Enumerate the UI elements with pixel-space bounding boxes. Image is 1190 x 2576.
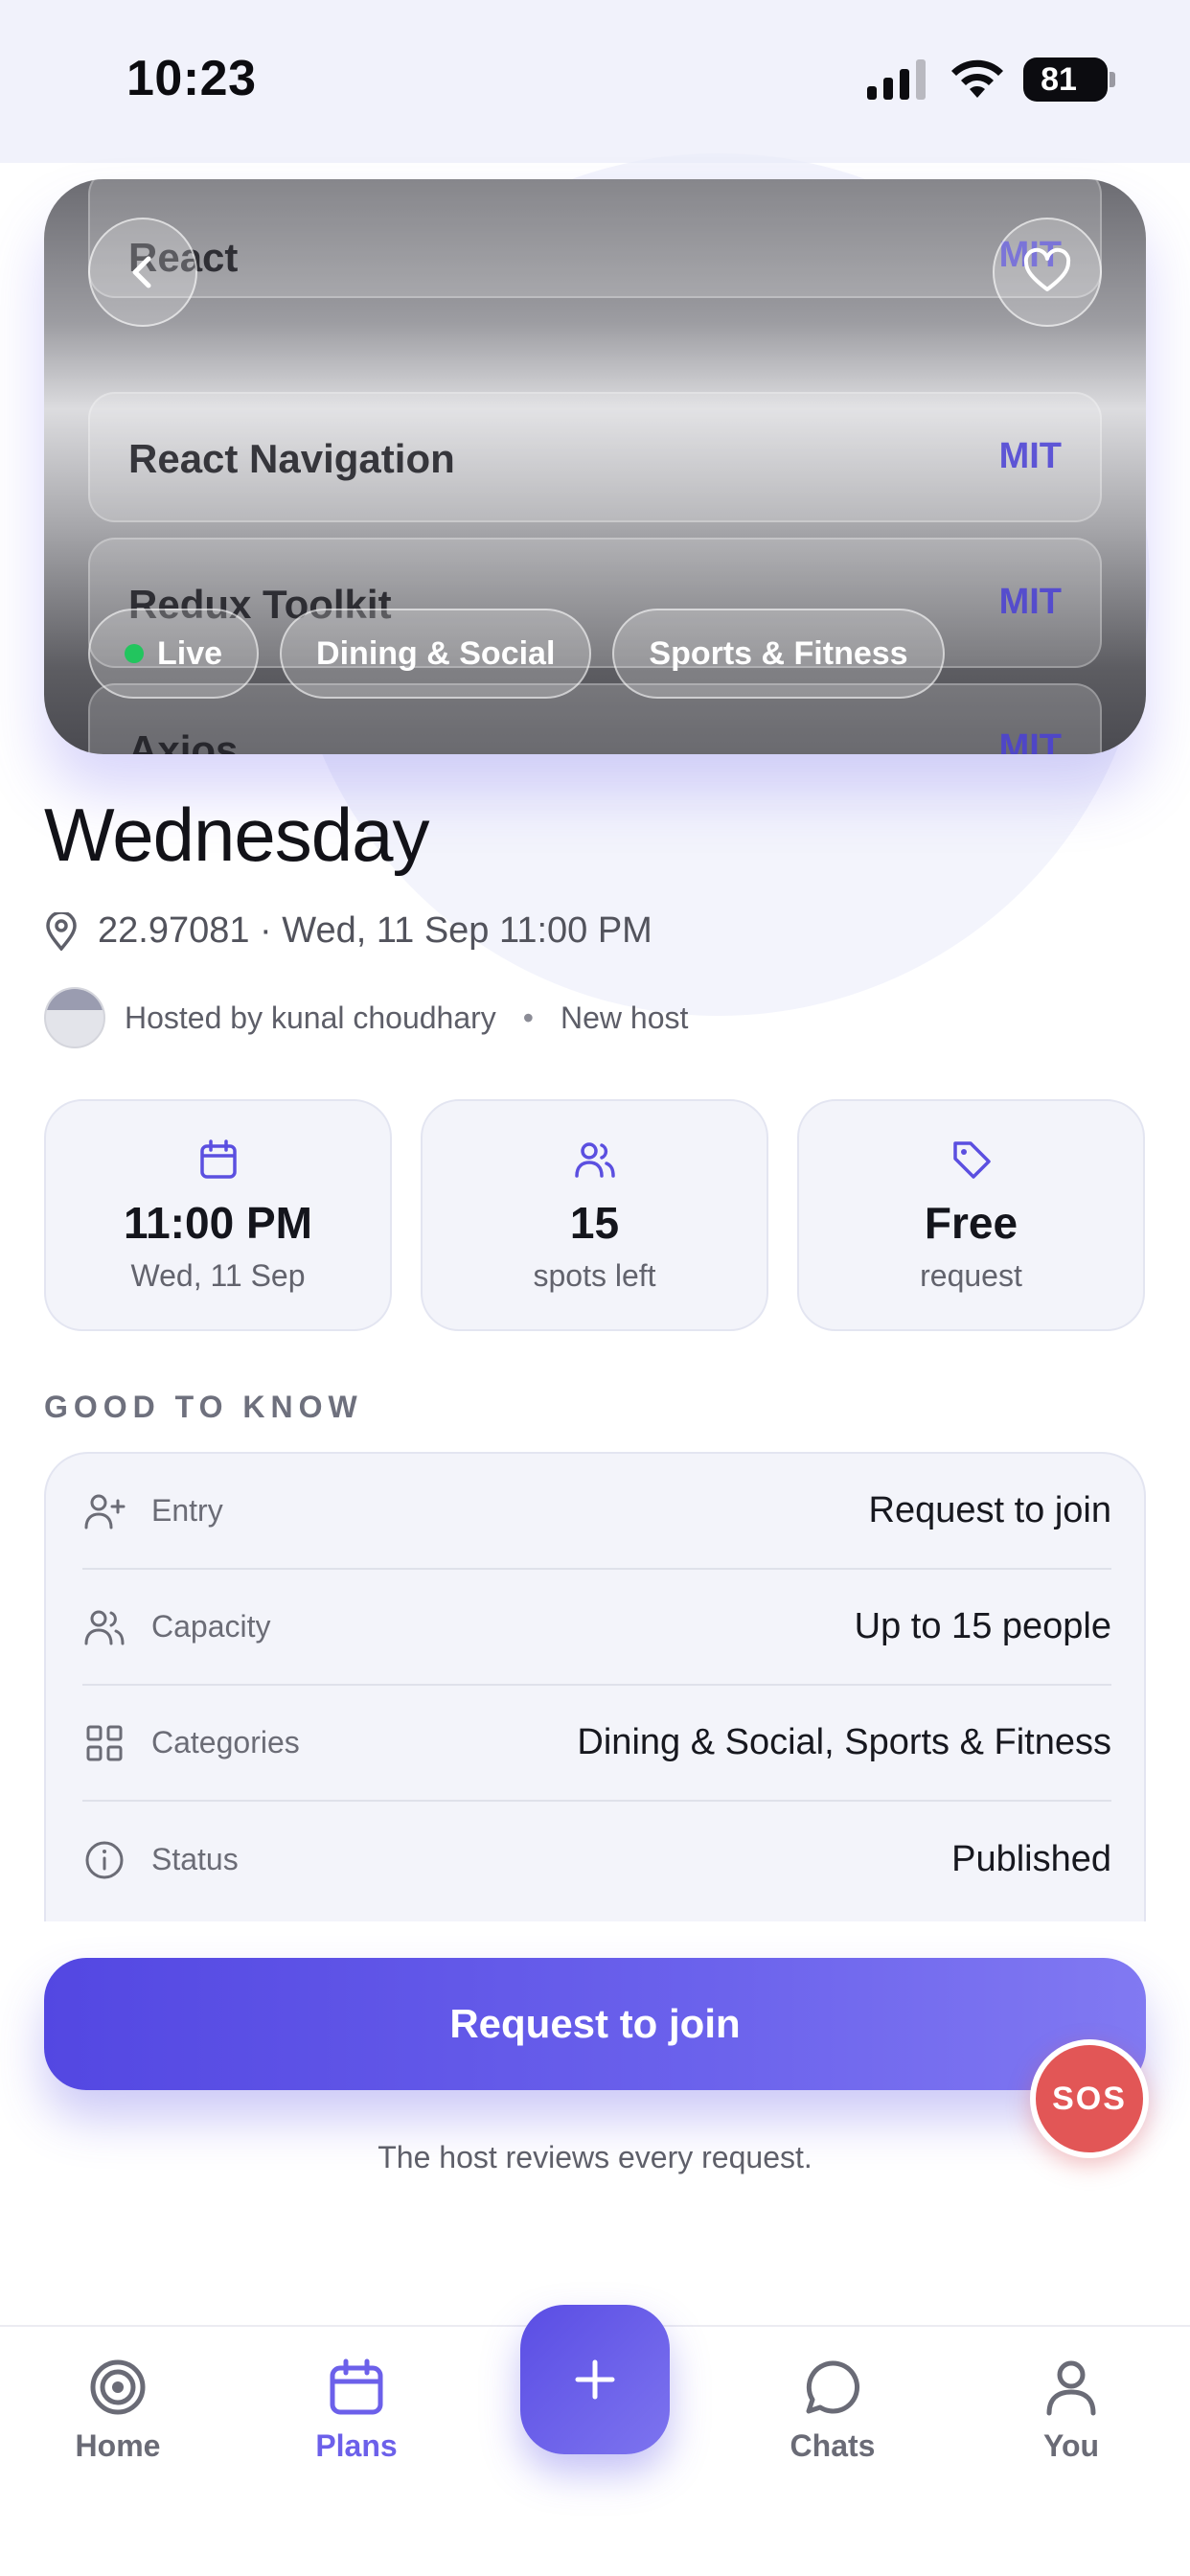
host-badge: New host [561, 1000, 689, 1035]
tab-label: You [1042, 2428, 1100, 2463]
stat-price: Free request [797, 1099, 1145, 1331]
stat-label: Wed, 11 Sep [130, 1258, 306, 1293]
info-label: Capacity [151, 1609, 271, 1644]
chat-icon [806, 2360, 860, 2414]
separator-dot: • [522, 1000, 534, 1035]
avatar[interactable] [44, 987, 105, 1048]
package-license: MIT [998, 436, 1062, 476]
stat-spots: 15 spots left [421, 1099, 768, 1331]
tab-label: Plans [315, 2428, 398, 2463]
category-chips: Live Dining & Social Sports & Fitness [88, 609, 945, 699]
favorite-button[interactable] [993, 218, 1102, 327]
stat-time: 11:00 PM Wed, 11 Sep [44, 1099, 392, 1331]
calendar-icon [330, 2358, 383, 2415]
tab-plans[interactable]: Plans [261, 2356, 452, 2464]
stat-value: Free [924, 1198, 1018, 1248]
tab-you[interactable]: You [975, 2356, 1167, 2464]
back-button[interactable] [88, 218, 197, 327]
chip-sports-fitness[interactable]: Sports & Fitness [612, 609, 945, 699]
info-icon [85, 1841, 124, 1878]
request-to-join-button[interactable]: Request to join [44, 1958, 1146, 2090]
tag-icon [952, 1141, 991, 1179]
wifi-icon [951, 59, 1003, 98]
status-time: 10:23 [126, 51, 257, 106]
chevron-left-icon [132, 256, 151, 288]
chip-dining-social[interactable]: Dining & Social [280, 609, 592, 699]
info-value: Request to join [868, 1490, 1112, 1530]
person-icon [1046, 2360, 1096, 2416]
calendar-icon [199, 1139, 237, 1179]
live-dot-icon [125, 644, 144, 663]
chip-label: Live [157, 634, 223, 672]
battery-indicator: 81 [1023, 58, 1108, 102]
event-meta-text: 22.97081 · Wed, 11 Sep 11:00 PM [98, 910, 652, 951]
tab-home[interactable]: Home [22, 2356, 214, 2464]
info-value: Up to 15 people [854, 1606, 1111, 1646]
tab-label: Chats [790, 2428, 876, 2463]
heart-icon [1023, 247, 1071, 291]
event-title: Wednesday [44, 793, 429, 877]
tab-label: Home [75, 2428, 161, 2463]
user-plus-icon [84, 1494, 126, 1529]
target-icon [90, 2359, 146, 2415]
info-value: Published [951, 1839, 1111, 1879]
host-row[interactable]: Hosted by kunal choudhary • New host [44, 987, 688, 1048]
stat-value: 15 [569, 1198, 620, 1248]
grid-icon [86, 1725, 123, 1760]
stat-label: request [920, 1258, 1022, 1293]
package-name: Axios [128, 727, 239, 754]
package-row: React MIT [88, 179, 1102, 298]
package-name: React Navigation [128, 436, 455, 481]
cta-note: The host reviews every request. [378, 2140, 812, 2174]
status-bar: 10:23 81 [0, 0, 1190, 163]
package-row: React Navigation MIT [88, 392, 1102, 522]
info-label: Status [151, 1842, 239, 1876]
info-label: Entry [151, 1493, 223, 1528]
info-row-status: Status Published [82, 1802, 1111, 1918]
host-name: Hosted by kunal choudhary [125, 1000, 496, 1035]
package-license: MIT [998, 582, 1062, 622]
chip-live[interactable]: Live [88, 609, 260, 699]
info-label: Categories [151, 1725, 300, 1760]
battery-cap [1110, 72, 1115, 87]
good-to-know-card: Entry Request to join Capacity Up to 15 … [44, 1452, 1146, 1921]
create-plan-button[interactable] [520, 2305, 670, 2454]
signal-icon [867, 59, 926, 100]
event-meta: 22.97081 · Wed, 11 Sep 11:00 PM [44, 910, 652, 952]
info-row-capacity: Capacity Up to 15 people [82, 1570, 1111, 1686]
users-icon [574, 1142, 615, 1178]
hero-image: React MIT React Navigation MIT Redux Too… [44, 179, 1146, 754]
stat-label: spots left [533, 1258, 656, 1293]
package-license: MIT [998, 727, 1062, 754]
chip-label: Dining & Social [316, 634, 556, 672]
info-row-categories: Categories Dining & Social, Sports & Fit… [82, 1686, 1111, 1802]
info-value: Dining & Social, Sports & Fitness [577, 1722, 1111, 1762]
chip-label: Sports & Fitness [649, 634, 908, 672]
plus-icon [575, 2359, 615, 2400]
stat-value: 11:00 PM [124, 1198, 312, 1248]
section-title: GOOD TO KNOW [44, 1390, 363, 1424]
stats-row: 11:00 PM Wed, 11 Sep 15 spots left Free … [44, 1099, 1145, 1331]
location-pin-icon [46, 911, 77, 951]
users-icon [84, 1610, 125, 1644]
info-row-entry: Entry Request to join [82, 1454, 1111, 1570]
tab-chats[interactable]: Chats [737, 2356, 928, 2464]
